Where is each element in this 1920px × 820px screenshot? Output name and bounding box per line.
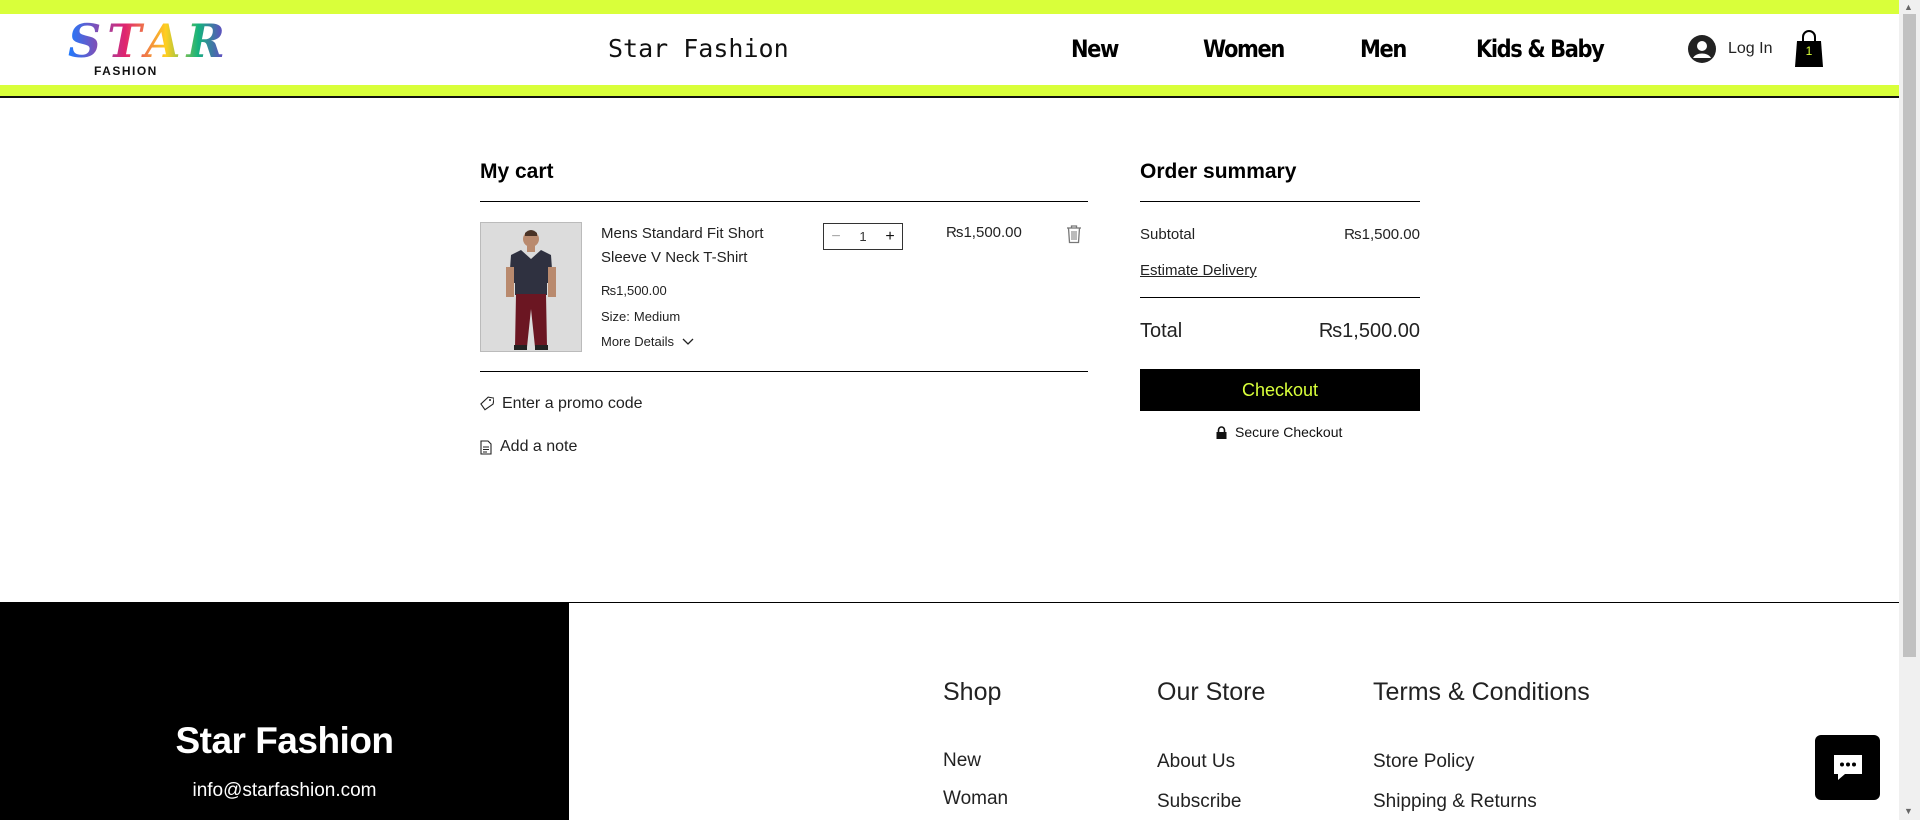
login-button[interactable]: Log In	[1688, 32, 1772, 66]
nav-item-new[interactable]: New	[1071, 35, 1119, 63]
cart-divider-bottom	[480, 371, 1088, 372]
header-top-stripe	[0, 0, 1899, 14]
order-summary-title: Order summary	[1140, 160, 1297, 183]
quantity-stepper[interactable]: − 1 +	[823, 223, 903, 250]
footer-link-store-policy[interactable]: Store Policy	[1373, 751, 1474, 773]
total-label: Total	[1140, 320, 1183, 342]
footer-link-new[interactable]: New	[943, 750, 981, 772]
page-scrollbar[interactable]: ▲ ▼	[1899, 0, 1920, 820]
cart-divider-top	[480, 201, 1088, 202]
size-value: Medium	[633, 309, 681, 324]
product-image[interactable]	[480, 222, 582, 352]
subtotal-row: Subtotal ₨1,500.00	[1140, 226, 1420, 243]
estimate-delivery-link[interactable]: Estimate Delivery	[1140, 262, 1257, 279]
cart-button[interactable]: 1	[1794, 30, 1824, 68]
logo-wordmark: STAR	[68, 14, 231, 68]
header-bottom-stripe	[0, 85, 1899, 96]
cart-title: My cart	[480, 160, 554, 183]
footer-link-subscribe[interactable]: Subscribe	[1157, 791, 1242, 813]
site-logo[interactable]: STAR FASHION	[68, 16, 225, 82]
add-note-link[interactable]: Add a note	[480, 438, 577, 456]
chat-icon	[1833, 754, 1862, 780]
checkout-button[interactable]: Checkout	[1140, 369, 1420, 411]
user-avatar-icon	[1688, 35, 1716, 63]
footer-link-woman[interactable]: Woman	[943, 788, 1008, 810]
site-title[interactable]: Star Fashion	[608, 34, 789, 63]
more-details-label: More Details	[601, 334, 674, 349]
cart-item-name[interactable]: Mens Standard Fit Short Sleeve V Neck T-…	[601, 222, 801, 270]
secure-checkout-label: Secure Checkout	[1235, 424, 1343, 440]
subtotal-label: Subtotal	[1140, 226, 1196, 243]
footer-brand-panel: Star Fashion info@starfashion.com	[0, 602, 569, 820]
scrollbar-thumb[interactable]	[1903, 14, 1916, 657]
page: STAR FASHION Star Fashion New Women Men …	[0, 0, 1899, 820]
tag-icon	[480, 396, 494, 411]
quantity-value[interactable]: 1	[853, 229, 873, 244]
more-details-toggle[interactable]: More Details	[601, 334, 694, 349]
site-header	[0, 14, 1899, 85]
promo-code-label: Enter a promo code	[502, 395, 643, 412]
summary-divider-top	[1140, 201, 1420, 202]
total-value: ₨1,500.00	[1318, 320, 1420, 342]
footer-shop-heading: Shop	[943, 678, 1002, 706]
header-divider	[0, 96, 1899, 98]
size-label: Size:	[601, 309, 630, 324]
trash-icon[interactable]	[1065, 224, 1083, 244]
footer-email[interactable]: info@starfashion.com	[0, 780, 569, 802]
quantity-increase-button[interactable]: +	[878, 225, 902, 248]
footer-terms-heading: Terms & Conditions	[1373, 678, 1590, 706]
cart-count-badge: 1	[1805, 44, 1813, 58]
add-note-label: Add a note	[500, 438, 578, 455]
summary-divider-bottom	[1140, 297, 1420, 298]
cart-item-price: ₨1,500.00	[601, 283, 667, 298]
nav-item-kids-baby[interactable]: Kids & Baby	[1476, 35, 1605, 63]
cart-item-size: Size: Medium	[601, 309, 684, 324]
total-row: Total ₨1,500.00	[1140, 320, 1420, 343]
secure-checkout-note: Secure Checkout	[1216, 424, 1342, 440]
scroll-down-arrow[interactable]: ▼	[1904, 806, 1913, 816]
footer-link-about-us[interactable]: About Us	[1157, 751, 1235, 773]
login-label: Log In	[1728, 40, 1773, 57]
footer-link-shipping-returns[interactable]: Shipping & Returns	[1373, 791, 1537, 813]
quantity-decrease-button[interactable]: −	[824, 225, 848, 248]
footer-links-panel	[569, 602, 1899, 820]
nav-item-women[interactable]: Women	[1203, 35, 1285, 63]
logo-subtitle: FASHION	[94, 64, 158, 78]
promo-code-link[interactable]: Enter a promo code	[480, 395, 643, 413]
scroll-up-arrow[interactable]: ▲	[1904, 2, 1913, 12]
footer-store-heading: Our Store	[1157, 678, 1266, 706]
footer-brand: Star Fashion	[175, 720, 394, 761]
chat-button[interactable]	[1815, 735, 1880, 800]
subtotal-value: ₨1,500.00	[1344, 226, 1420, 243]
nav-item-men[interactable]: Men	[1360, 35, 1407, 63]
lock-icon	[1216, 425, 1227, 439]
chevron-down-icon	[682, 338, 694, 345]
product-photo	[481, 223, 581, 351]
cart-item-line-total: ₨1,500.00	[946, 224, 1022, 241]
note-icon	[480, 439, 492, 455]
